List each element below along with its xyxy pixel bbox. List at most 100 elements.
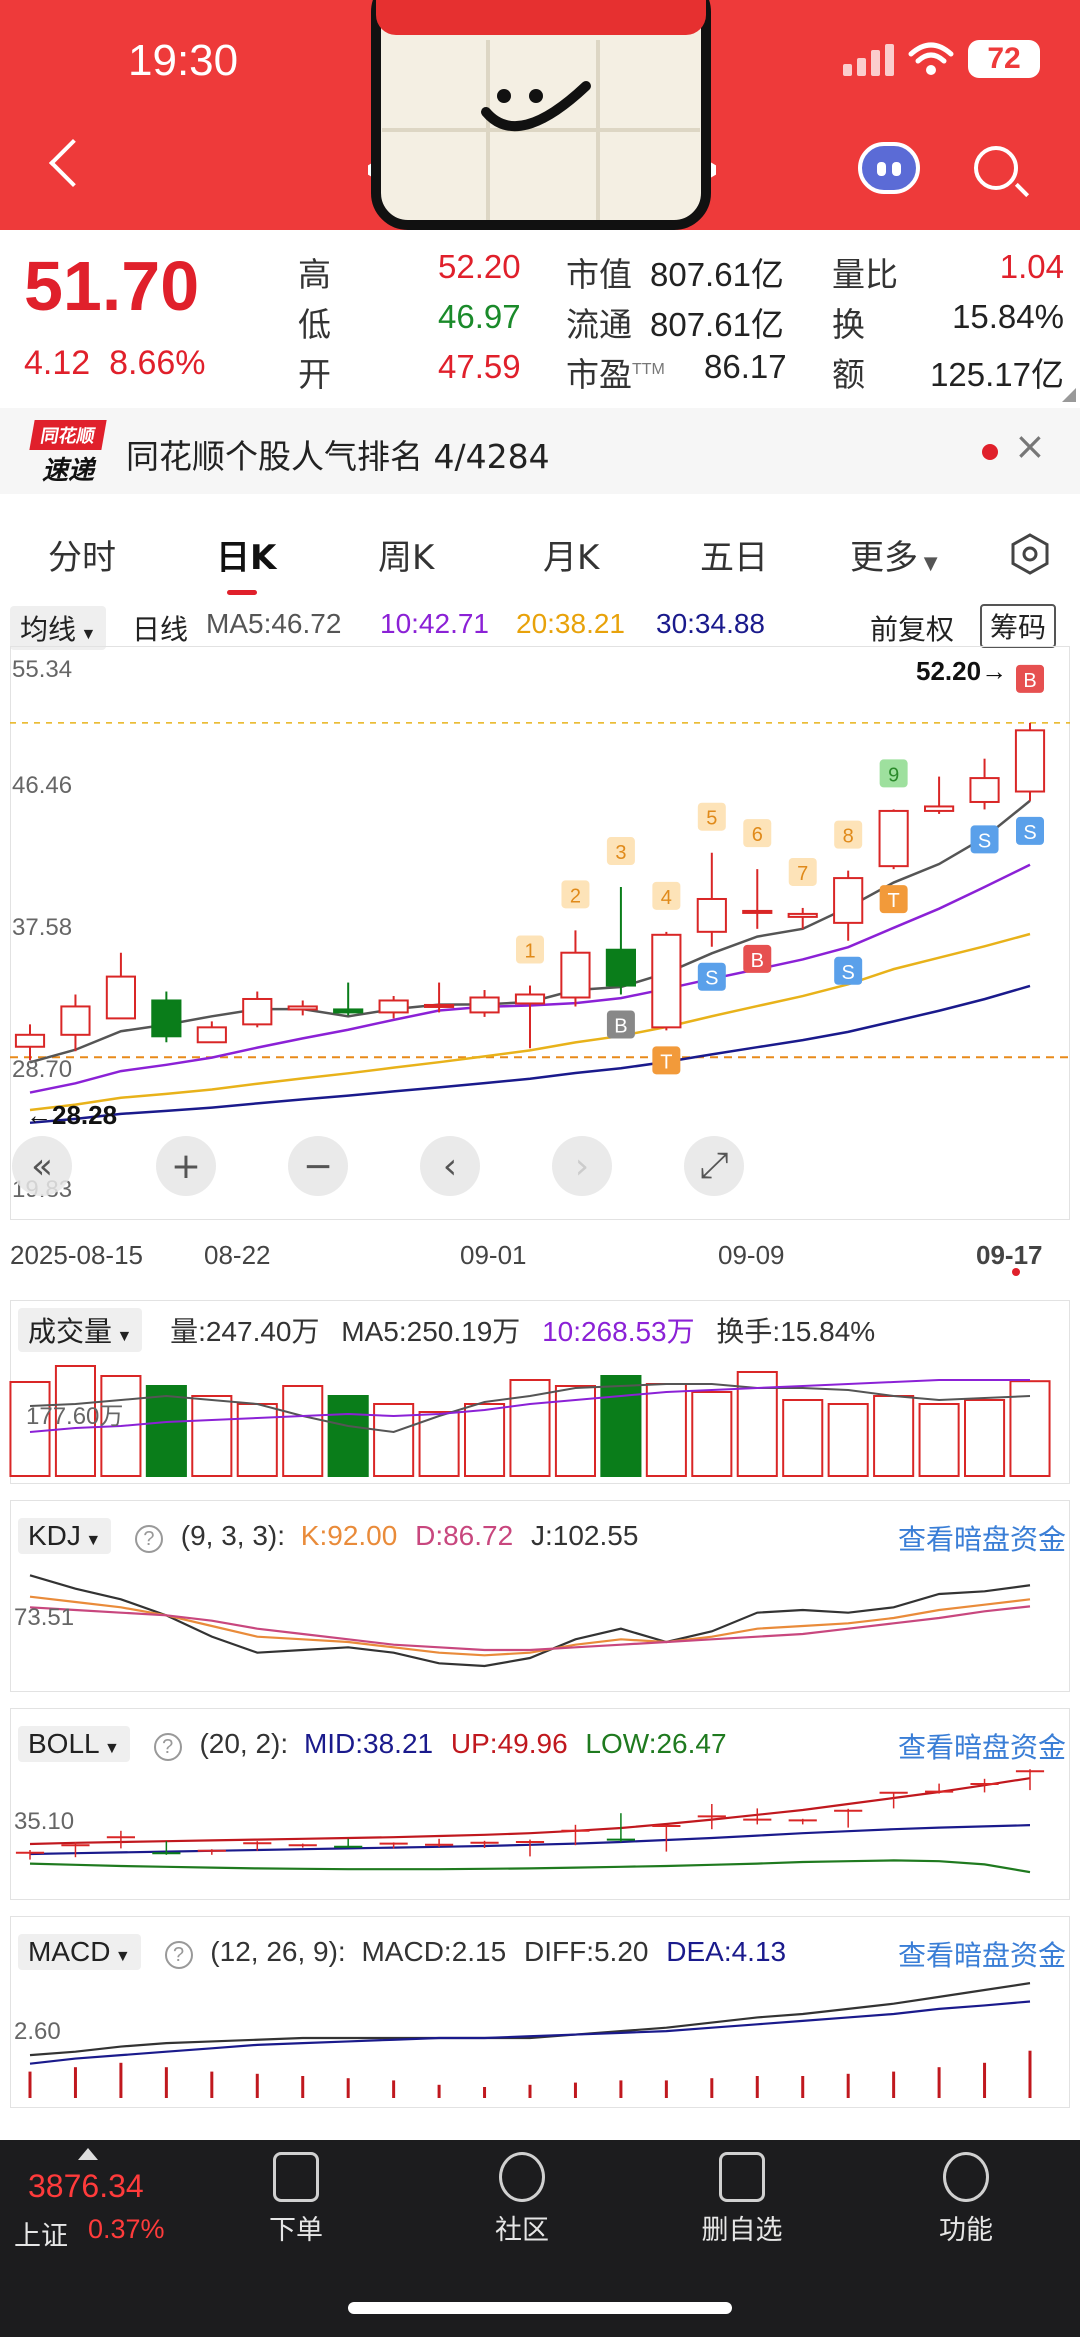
zoom-out-button[interactable]: − bbox=[288, 1136, 348, 1196]
signal-marker: B bbox=[606, 1010, 635, 1039]
label-pe: 市盈TTM bbox=[566, 356, 665, 393]
dark-pool-link[interactable]: 查看暗盘资金 bbox=[898, 1726, 1066, 1766]
tab-weekly-k[interactable]: 周K bbox=[378, 530, 434, 579]
kdj-selector[interactable]: KDJ ▼ bbox=[18, 1518, 112, 1554]
boll-y-label: 35.10 bbox=[14, 1808, 75, 1835]
dark-pool-link[interactable]: 查看暗盘资金 bbox=[898, 1934, 1066, 1974]
boll-selector[interactable]: BOLL ▼ bbox=[18, 1726, 130, 1762]
period-label: 日线 bbox=[132, 614, 189, 645]
value-turnover: 15.84% bbox=[952, 298, 1064, 335]
ma30-label: 30:34.88 bbox=[656, 608, 765, 639]
signal-marker: S bbox=[1016, 816, 1044, 845]
kdj-y-label: 73.51 bbox=[14, 1604, 75, 1631]
candle-body bbox=[105, 975, 137, 1020]
volume-bar bbox=[691, 1391, 733, 1477]
settings-hexagon-icon[interactable] bbox=[1008, 532, 1052, 576]
kline-chart[interactable]: 1 2 3 4 5 6 7 8 9 B T S B S T S B S bbox=[0, 646, 1080, 1226]
signal-marker-text: T bbox=[888, 890, 900, 912]
tab-more[interactable]: 更多 ▼ bbox=[850, 530, 938, 579]
dropdown-caret-icon: ▼ bbox=[80, 1532, 102, 1549]
candle-body bbox=[333, 1008, 364, 1014]
candle-body bbox=[469, 996, 500, 1014]
volume-bar bbox=[873, 1395, 915, 1477]
signal-marker-text: S bbox=[978, 830, 991, 852]
candle-body bbox=[14, 1033, 46, 1048]
help-icon[interactable]: ? bbox=[134, 1525, 163, 1553]
date-label-2: 09-01 bbox=[460, 1240, 527, 1270]
dark-pool-link[interactable]: 查看暗盘资金 bbox=[898, 1518, 1066, 1558]
candle-body bbox=[651, 933, 682, 1029]
signal-marker: T bbox=[879, 885, 908, 914]
move-left-button[interactable]: ‹ bbox=[420, 1136, 480, 1196]
candle-body bbox=[833, 877, 864, 924]
close-icon[interactable]: × bbox=[1014, 424, 1046, 468]
low-marker-label: ←28.28 bbox=[26, 1100, 118, 1130]
functions-button[interactable]: 功能 bbox=[906, 2152, 1026, 2247]
signal-marker-text: 4 bbox=[661, 887, 672, 909]
chips-button[interactable]: 筹码 bbox=[980, 604, 1057, 648]
macd-y-label: 2.60 bbox=[14, 2018, 61, 2045]
document-icon bbox=[273, 2152, 319, 2202]
assistant-robot-icon[interactable] bbox=[858, 142, 920, 194]
macd-chart[interactable] bbox=[0, 1972, 1080, 2108]
move-right-button[interactable]: › bbox=[552, 1136, 612, 1196]
adjust-button[interactable]: 前复权 bbox=[870, 608, 954, 648]
index-value[interactable]: 3876.34 bbox=[28, 2168, 144, 2205]
signal-marker: B bbox=[743, 944, 772, 973]
rewind-button[interactable]: « bbox=[12, 1136, 72, 1196]
tab-monthly-k[interactable]: 月K bbox=[543, 530, 599, 579]
cellular-signal-icon bbox=[843, 42, 894, 76]
volume-bar bbox=[827, 1403, 869, 1477]
expand-up-icon[interactable] bbox=[78, 2148, 98, 2160]
pe-ttm-sup: TTM bbox=[632, 361, 665, 378]
label-amount: 额 bbox=[832, 356, 865, 393]
volume-chart[interactable] bbox=[0, 1346, 1080, 1486]
volume-bar bbox=[282, 1385, 324, 1477]
help-icon[interactable]: ? bbox=[153, 1733, 182, 1761]
volume-bar bbox=[327, 1395, 369, 1477]
tab-five-day[interactable]: 五日 bbox=[700, 530, 768, 579]
ma-selector[interactable]: 均线 ▼ bbox=[10, 606, 107, 650]
tab-daily-k[interactable]: 日K bbox=[216, 530, 276, 579]
signal-marker: 6 bbox=[743, 819, 772, 848]
kdj-chart[interactable] bbox=[0, 1556, 1080, 1692]
value-market-cap: 807.61亿 bbox=[650, 256, 784, 293]
volume-y-label: 177.60万 bbox=[26, 1403, 124, 1430]
signal-marker-text: S bbox=[842, 962, 855, 984]
boll-head: BOLL ▼ ? (20, 2): MID:38.21 UP:49.96 LOW… bbox=[18, 1726, 727, 1762]
candle-body bbox=[242, 997, 273, 1026]
help-icon[interactable]: ? bbox=[164, 1941, 193, 1969]
candle-body bbox=[696, 897, 727, 933]
candle-body bbox=[514, 993, 546, 1005]
remove-watchlist-button[interactable]: 删自选 bbox=[682, 2152, 802, 2247]
community-button[interactable]: 社区 bbox=[462, 2152, 582, 2247]
boll-chart[interactable] bbox=[0, 1764, 1080, 1900]
candle-body bbox=[196, 1026, 227, 1044]
macd-selector[interactable]: MACD ▼ bbox=[18, 1934, 141, 1970]
fullscreen-button[interactable]: ⤢ bbox=[684, 1136, 744, 1196]
volume-bar bbox=[236, 1403, 278, 1477]
popularity-banner[interactable]: 同花顺 速递 同花顺个股人气排名 4/4284 × bbox=[0, 408, 1080, 494]
signal-marker: T bbox=[652, 1046, 681, 1075]
signal-marker: S bbox=[834, 956, 863, 985]
high-marker-label: 52.20→ bbox=[916, 656, 1008, 686]
candle-body bbox=[742, 909, 773, 914]
tab-intraday[interactable]: 分时 bbox=[48, 530, 116, 579]
candle-body bbox=[878, 809, 909, 868]
signal-marker-text: 6 bbox=[752, 824, 763, 846]
date-label-4: 09-17 bbox=[976, 1240, 1043, 1270]
ma20-label: 20:38.21 bbox=[516, 608, 625, 639]
search-icon[interactable] bbox=[974, 146, 1018, 190]
macd-diff-line bbox=[29, 1982, 1031, 2057]
signal-marker-text: T bbox=[660, 1051, 672, 1073]
signal-marker-text: 1 bbox=[524, 941, 535, 963]
label-volume-ratio: 量比 bbox=[832, 256, 898, 293]
index-name: 上证 bbox=[14, 2221, 68, 2252]
calendar-face-icon[interactable] bbox=[368, 0, 716, 232]
back-icon[interactable] bbox=[48, 138, 98, 188]
signal-marker: 5 bbox=[697, 802, 726, 831]
signal-marker-text: S bbox=[705, 968, 718, 990]
candle-body bbox=[378, 999, 409, 1014]
zoom-in-button[interactable]: + bbox=[156, 1136, 216, 1196]
order-button[interactable]: 下单 bbox=[236, 2152, 356, 2247]
